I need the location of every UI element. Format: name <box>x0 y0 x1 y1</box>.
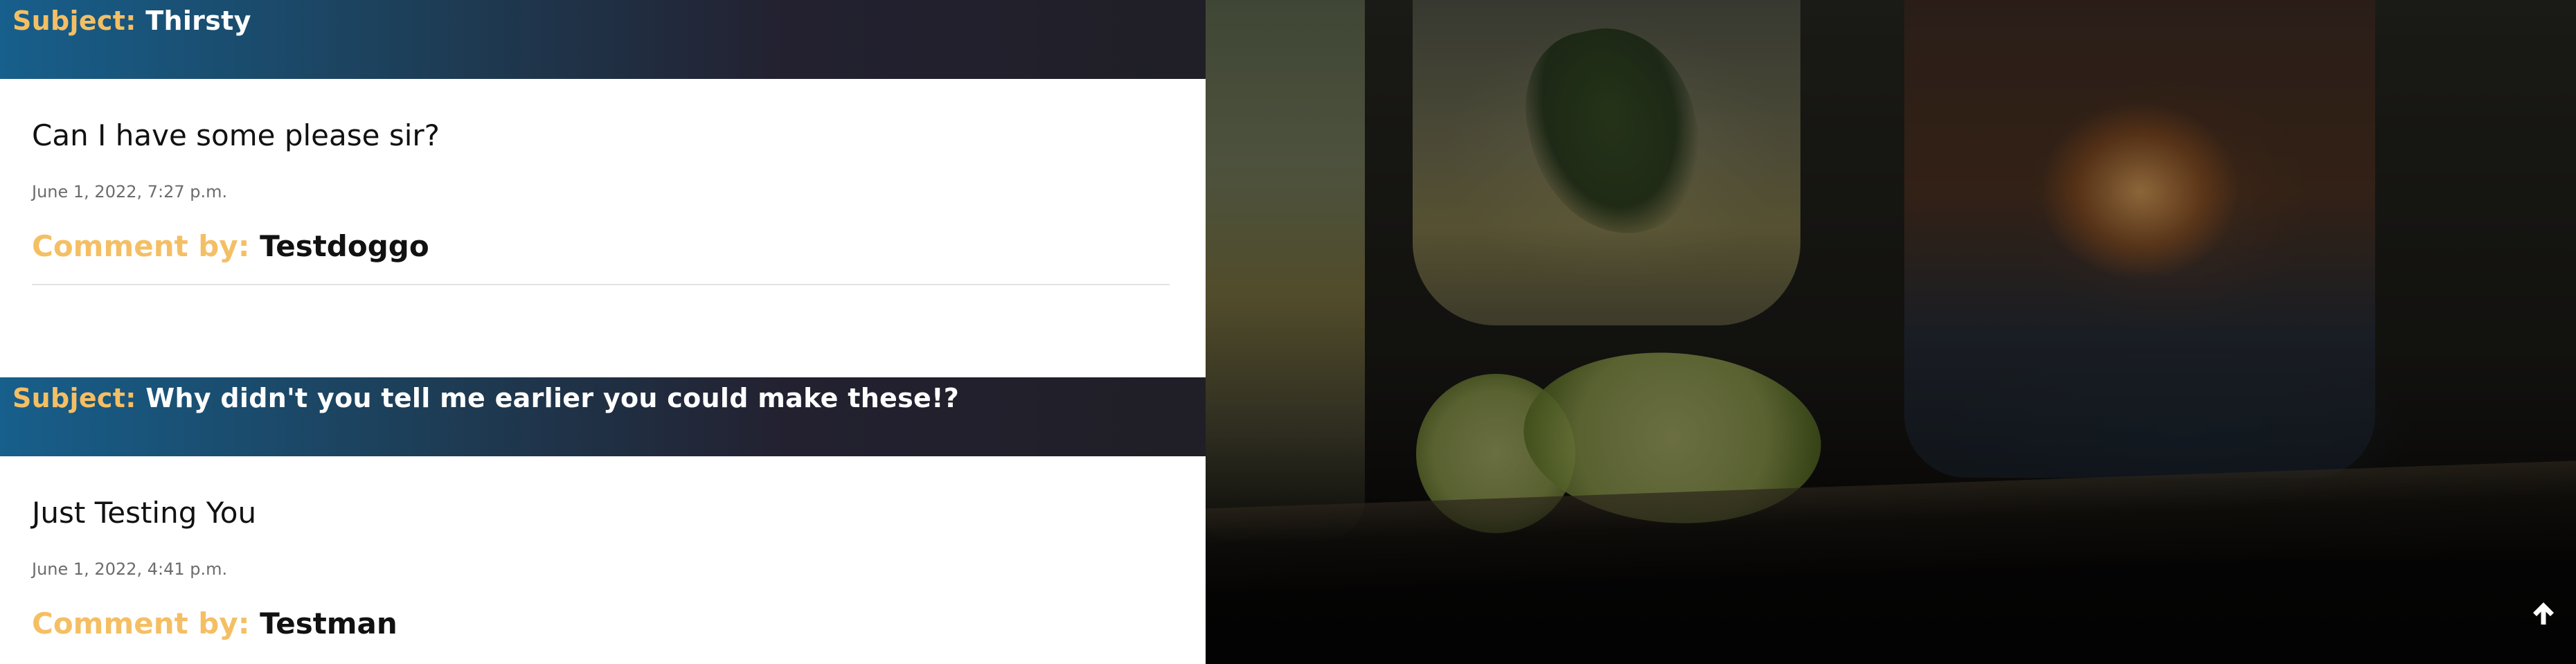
subject-text: Thirsty <box>145 6 251 36</box>
comment-subject-header: Subject: Thirsty <box>0 0 1206 79</box>
comment-date: June 1, 2022, 7:27 p.m. <box>32 182 228 201</box>
subject-text: Why didn't you tell me earlier you could… <box>145 383 960 413</box>
page: Subject: Thirsty Can I have some please … <box>0 0 2576 664</box>
comment-text: Just Testing You <box>32 496 257 530</box>
comment-date: June 1, 2022, 4:41 p.m. <box>32 559 228 579</box>
back-to-top-button[interactable] <box>2519 593 2568 634</box>
comment-author: Comment by: Testdoggo <box>32 228 1174 264</box>
comment-divider <box>32 284 1170 285</box>
author-label: Comment by: <box>32 607 250 640</box>
comment-text: Can I have some please sir? <box>32 118 440 152</box>
comment-author: Comment by: Testman <box>32 606 1174 642</box>
comment-card: Subject: Thirsty Can I have some please … <box>0 0 1206 377</box>
author-name: Testdoggo <box>260 229 429 263</box>
subject-label: Subject: <box>12 6 136 36</box>
comment-body: Just Testing You June 1, 2022, 4:41 p.m.… <box>0 456 1206 642</box>
comment-card: Subject: Why didn't you tell me earlier … <box>0 377 1206 664</box>
author-label: Comment by: <box>32 229 250 263</box>
comment-body: Can I have some please sir? June 1, 2022… <box>0 79 1206 377</box>
comment-subject-header: Subject: Why didn't you tell me earlier … <box>0 377 1206 456</box>
arrow-up-icon <box>2533 602 2554 625</box>
subject-label: Subject: <box>12 383 136 413</box>
author-name: Testman <box>260 607 397 640</box>
comments-panel: Subject: Thirsty Can I have some please … <box>0 0 1206 664</box>
